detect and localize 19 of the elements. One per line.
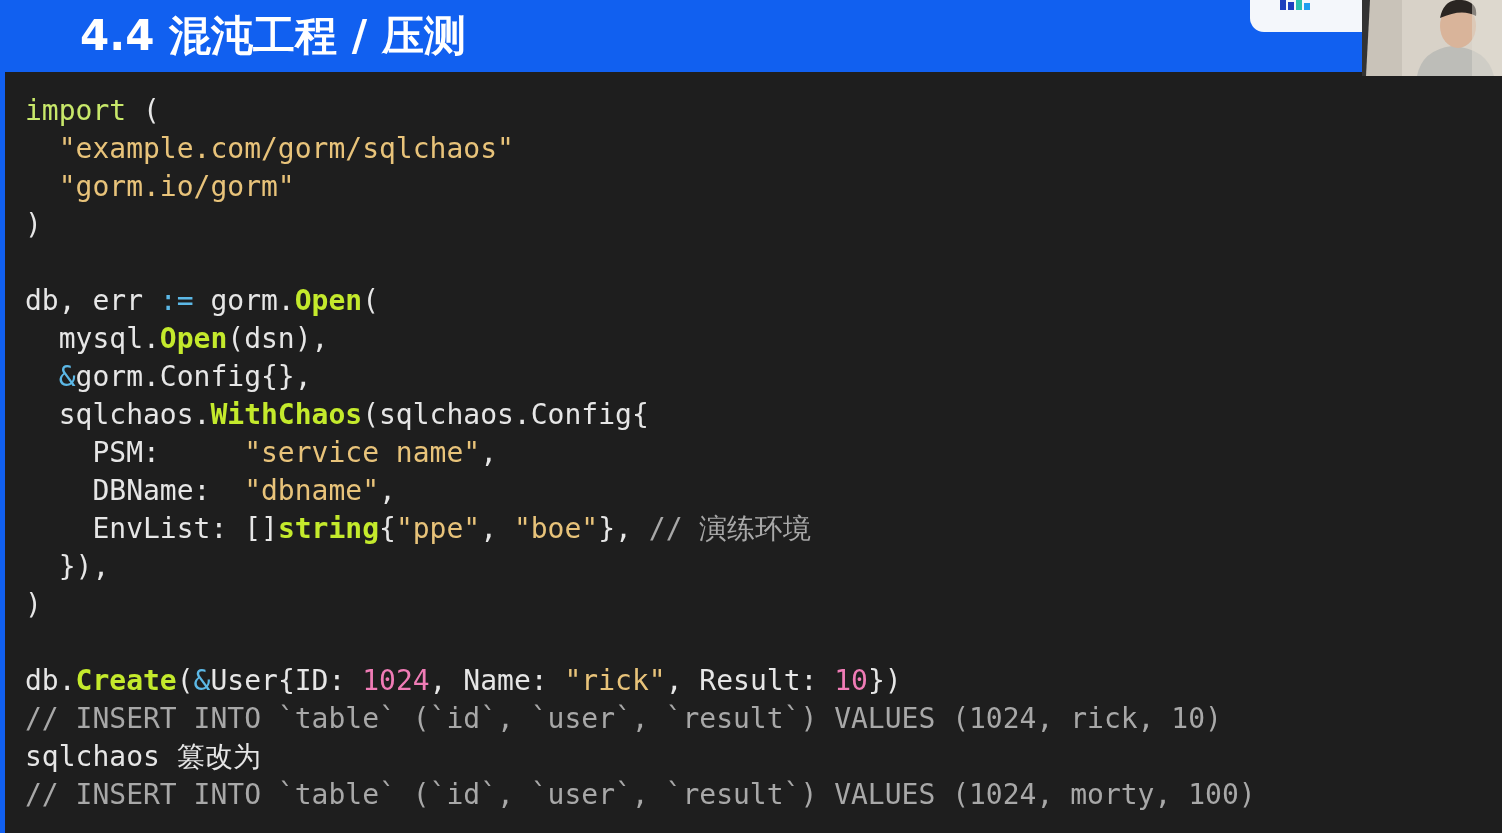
code-line: DBName: "dbname", <box>91 473 396 509</box>
logo-icon <box>1280 0 1310 10</box>
code-line: import ( <box>25 93 160 129</box>
code-line: // INSERT INTO `table` (`id`, `user`, `result`) VALUES (1024, morty, 100) <box>25 777 1256 813</box>
code-line: EnvList: []string{"ppe", "boe"}, // 演练环境 <box>91 511 812 547</box>
code-line: PSM: "service name", <box>91 435 498 471</box>
code-line: mysql.Open(dsn), <box>57 321 329 357</box>
code-line: sqlchaos 篡改为 <box>25 739 261 775</box>
code-line: "gorm.io/gorm" <box>57 169 295 205</box>
code-line: sqlchaos.WithChaos(sqlchaos.Config{ <box>57 397 649 433</box>
slide-title: 4.4 混沌工程 / 压测 <box>80 10 466 62</box>
code-line: "example.com/gorm/sqlchaos" <box>57 131 514 167</box>
code-line: db, err := gorm.Open( <box>25 283 380 319</box>
code-line: ) <box>25 207 42 243</box>
code-line: &gorm.Config{}, <box>57 359 312 395</box>
code-line: db.Create(&User{ID: 1024, Name: "rick", Result: 10}) <box>25 663 902 699</box>
code-line: }), <box>57 549 110 585</box>
code-line: ) <box>25 587 42 623</box>
code-line: // INSERT INTO `table` (`id`, `user`, `result`) VALUES (1024, rick, 10) <box>25 701 1222 737</box>
